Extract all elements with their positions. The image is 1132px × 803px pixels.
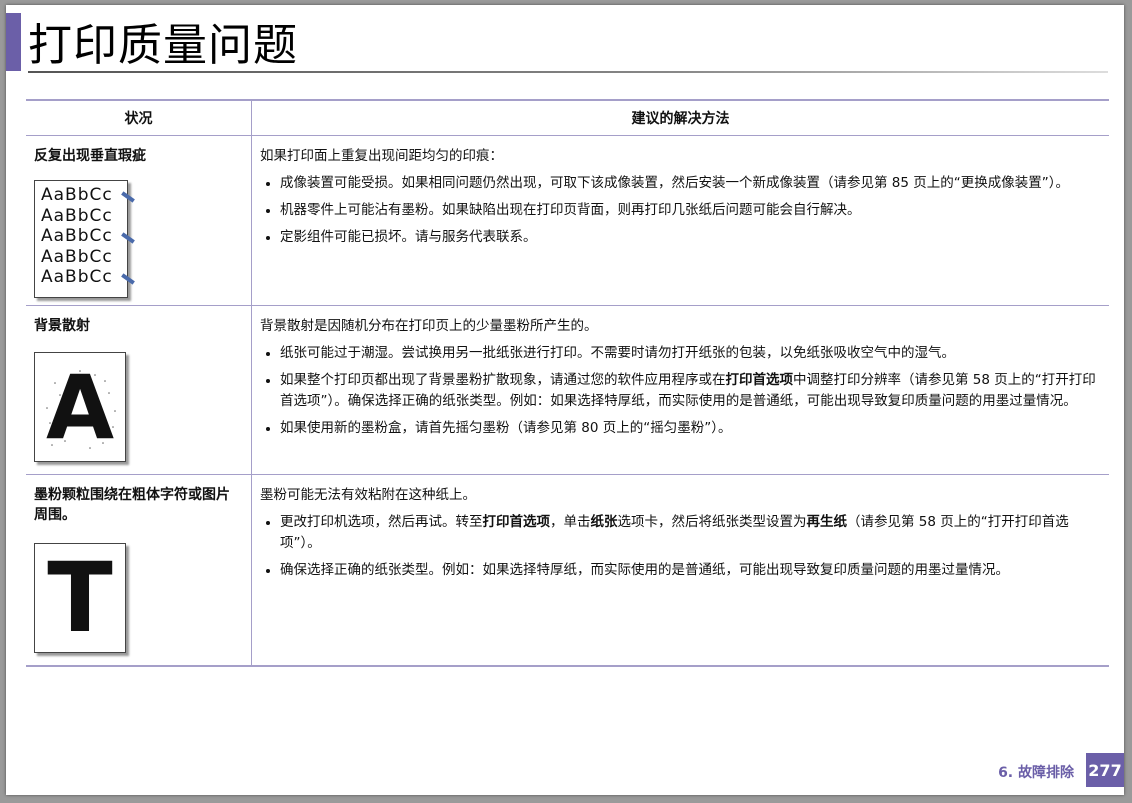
ui-term: 纸张: [590, 514, 618, 530]
table-row: 墨粉颗粒围绕在粗体字符或图片周围。 T 墨粉可能无法有效粘附在这种纸上。 更改打…: [26, 475, 1109, 665]
solution-lead: 如果打印面上重复出现间距均匀的印痕：: [260, 148, 503, 164]
solution-list: 成像装置可能受损。如果相同问题仍然出现，可取下该成像装置，然后安装一个新成像装置…: [260, 173, 1101, 248]
troubleshooting-table: 状况 建议的解决方法 反复出现垂直瑕疵 AaBbCc AaBbCc AaBbCc…: [26, 99, 1109, 667]
sample-line: AaBbCc: [41, 246, 113, 267]
ui-term: 打印首选项: [482, 514, 551, 530]
sample-glyph: T: [47, 542, 113, 654]
condition-label: 墨粉颗粒围绕在粗体字符或图片周围。: [34, 487, 230, 523]
solution-list: 纸张可能过于潮湿。尝试换用另一批纸张进行打印。不需要时请勿打开纸张的包装，以免纸…: [260, 343, 1101, 439]
list-item: 更改打印机选项，然后再试。转至打印首选项，单击纸张选项卡，然后将纸张类型设置为再…: [280, 512, 1101, 554]
solution-cell: 如果打印面上重复出现间距均匀的印痕： 成像装置可能受损。如果相同问题仍然出现，可…: [252, 136, 1109, 305]
solution-lead: 背景散射是因随机分布在打印页上的少量墨粉所产生的。: [260, 318, 598, 334]
title-accent-bar: [6, 13, 21, 71]
sample-image-vertical-defects: AaBbCc AaBbCc AaBbCc AaBbCc AaBbCc: [34, 180, 135, 298]
list-item: 定影组件可能已损坏。请与服务代表联系。: [280, 227, 1101, 248]
solution-list: 更改打印机选项，然后再试。转至打印首选项，单击纸张选项卡，然后将纸张类型设置为再…: [260, 512, 1101, 581]
sample-image-background-scatter: A: [34, 352, 126, 462]
solution-lead: 墨粉可能无法有效粘附在这种纸上。: [260, 487, 476, 503]
list-item: 确保选择正确的纸张类型。例如：如果选择特厚纸，而实际使用的是普通纸，可能出现导致…: [280, 560, 1101, 581]
solution-cell: 背景散射是因随机分布在打印页上的少量墨粉所产生的。 纸张可能过于潮湿。尝试换用另…: [252, 306, 1109, 474]
ui-term: 再生纸: [806, 514, 848, 530]
header-solution: 建议的解决方法: [631, 111, 730, 127]
table-row: 反复出现垂直瑕疵 AaBbCc AaBbCc AaBbCc AaBbCc AaB…: [26, 136, 1109, 306]
page-title: 打印质量问题: [28, 20, 298, 71]
title-rule: [28, 71, 1108, 73]
list-item: 成像装置可能受损。如果相同问题仍然出现，可取下该成像装置，然后安装一个新成像装置…: [280, 173, 1101, 194]
list-item: 如果整个打印页都出现了背景墨粉扩散现象，请通过您的软件应用程序或在打印首选项中调…: [280, 370, 1101, 412]
footer-section-link[interactable]: 6. 故障排除: [998, 762, 1074, 782]
page-number-badge: 277: [1086, 753, 1124, 787]
list-item: 纸张可能过于潮湿。尝试换用另一批纸张进行打印。不需要时请勿打开纸张的包装，以免纸…: [280, 343, 1101, 364]
condition-label: 反复出现垂直瑕疵: [34, 148, 146, 164]
sample-line: AaBbCc: [41, 185, 113, 205]
table-row: 背景散射 A 背景散射是因随机分布在打印页上的少量墨粉所产生的。 • 纸张可能过…: [26, 306, 1109, 475]
sample-line: AaBbCc: [41, 226, 113, 246]
header-condition: 状况: [26, 101, 252, 135]
condition-label: 背景散射: [34, 318, 90, 334]
list-item: 机器零件上可能沾有墨粉。如果缺陷出现在打印页背面，则再打印几张纸后问题可能会自行…: [280, 200, 1101, 221]
list-item: 如果使用新的墨粉盒，请首先摇匀墨粉（请参见第 80 页上的“摇匀墨粉”）。: [280, 418, 1101, 439]
solution-cell: 墨粉可能无法有效粘附在这种纸上。 更改打印机选项，然后再试。转至打印首选项，单击…: [252, 475, 1109, 665]
table-header: 状况 建议的解决方法: [26, 101, 1109, 136]
ui-term: 打印首选项: [725, 372, 794, 388]
condition-cell: 背景散射 A: [26, 306, 252, 474]
manual-page: 打印质量问题 状况 建议的解决方法 反复出现垂直瑕疵 AaBbCc AaBbCc…: [6, 5, 1124, 795]
sample-image-toner-particles: T: [34, 542, 126, 654]
condition-cell: 反复出现垂直瑕疵 AaBbCc AaBbCc AaBbCc AaBbCc AaB…: [26, 136, 252, 305]
sample-line: AaBbCc: [41, 267, 113, 287]
sample-glyph: A: [45, 355, 115, 459]
condition-cell: 墨粉颗粒围绕在粗体字符或图片周围。 T: [26, 475, 252, 665]
sample-line: AaBbCc: [41, 205, 113, 226]
